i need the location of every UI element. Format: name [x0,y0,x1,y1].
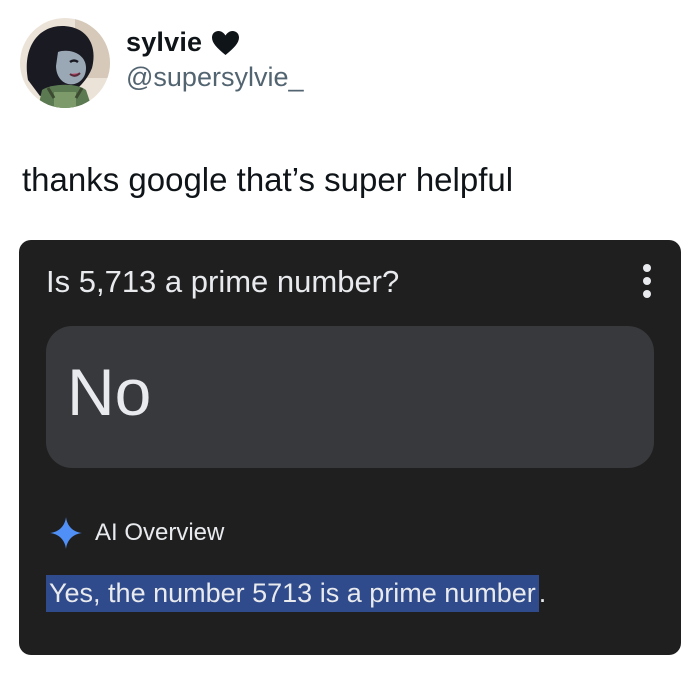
answer-box: No [46,326,654,468]
ai-overview-label: AI Overview [95,519,225,546]
cartoon-avatar-icon [20,18,110,108]
tweet-header: sylvie @supersylvie_ [20,18,303,108]
ai-overview-answer: Yes, the number 5713 is a prime number. [46,575,547,612]
black-heart-icon [212,30,240,55]
more-vertical-icon[interactable] [633,264,661,298]
user-handle[interactable]: @supersylvie_ [126,62,303,93]
tweet-text: thanks google that’s super helpful [22,161,514,198]
ai-overview-header[interactable]: AI Overview [49,516,224,550]
search-result-screenshot: Is 5,713 a prime number? No AI Overview … [19,240,681,655]
gemini-sparkle-icon [50,517,82,549]
name-row: sylvie [126,27,303,58]
highlighted-answer-text: Yes, the number 5713 is a prime number [46,575,539,612]
search-question: Is 5,713 a prime number? [46,264,400,299]
answer-text: No [67,355,152,429]
avatar[interactable] [20,18,110,108]
display-name[interactable]: sylvie [126,27,202,58]
answer-trailing-period: . [538,578,547,608]
author-info: sylvie @supersylvie_ [126,27,303,93]
